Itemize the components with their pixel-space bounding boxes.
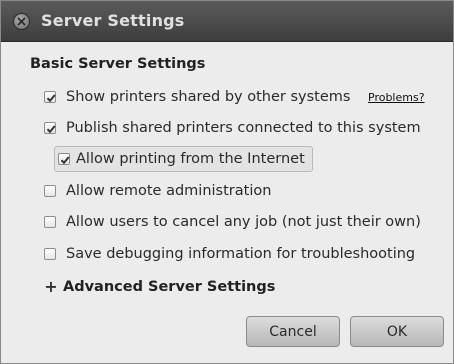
option-show-shared-printers[interactable]: Show printers shared by other systems xyxy=(44,89,350,105)
cancel-button[interactable]: Cancel xyxy=(246,316,340,347)
ok-button[interactable]: OK xyxy=(350,316,444,347)
option-label: Save debugging information for troublesh… xyxy=(66,246,416,262)
option-label: Allow printing from the Internet xyxy=(76,151,305,167)
checkbox-remote-administration[interactable] xyxy=(44,185,56,197)
checkmark-icon xyxy=(46,125,56,134)
option-remote-administration[interactable]: Allow remote administration xyxy=(44,183,271,199)
window-title: Server Settings xyxy=(41,11,185,30)
checkbox-publish-shared-printers[interactable] xyxy=(44,122,56,134)
option-label: Allow users to cancel any job (not just … xyxy=(66,214,421,230)
server-settings-dialog: Server Settings Basic Server Settings Sh… xyxy=(0,0,454,364)
advanced-settings-expander[interactable]: + Advanced Server Settings xyxy=(43,277,275,296)
option-cancel-any-job[interactable]: Allow users to cancel any job (not just … xyxy=(44,214,421,230)
checkmark-icon xyxy=(46,94,56,103)
checkbox-cancel-any-job[interactable] xyxy=(44,216,56,228)
basic-settings-heading: Basic Server Settings xyxy=(30,56,206,72)
checkbox-allow-internet-printing[interactable] xyxy=(58,153,70,165)
close-icon[interactable] xyxy=(13,13,30,30)
advanced-settings-label: Advanced Server Settings xyxy=(63,278,276,295)
checkmark-icon xyxy=(60,156,70,165)
option-label: Show printers shared by other systems xyxy=(66,89,351,105)
option-label: Allow remote administration xyxy=(66,183,272,199)
plus-icon[interactable]: + xyxy=(43,277,59,296)
option-label: Publish shared printers connected to thi… xyxy=(66,120,421,136)
checkbox-save-debugging[interactable] xyxy=(44,248,56,260)
option-publish-shared-printers[interactable]: Publish shared printers connected to thi… xyxy=(44,120,421,136)
problems-link[interactable]: Problems? xyxy=(368,91,425,104)
option-save-debugging[interactable]: Save debugging information for troublesh… xyxy=(44,246,415,262)
checkbox-show-shared-printers[interactable] xyxy=(44,91,56,103)
title-bar[interactable]: Server Settings xyxy=(1,1,453,42)
option-allow-internet-printing[interactable]: Allow printing from the Internet xyxy=(58,151,305,167)
